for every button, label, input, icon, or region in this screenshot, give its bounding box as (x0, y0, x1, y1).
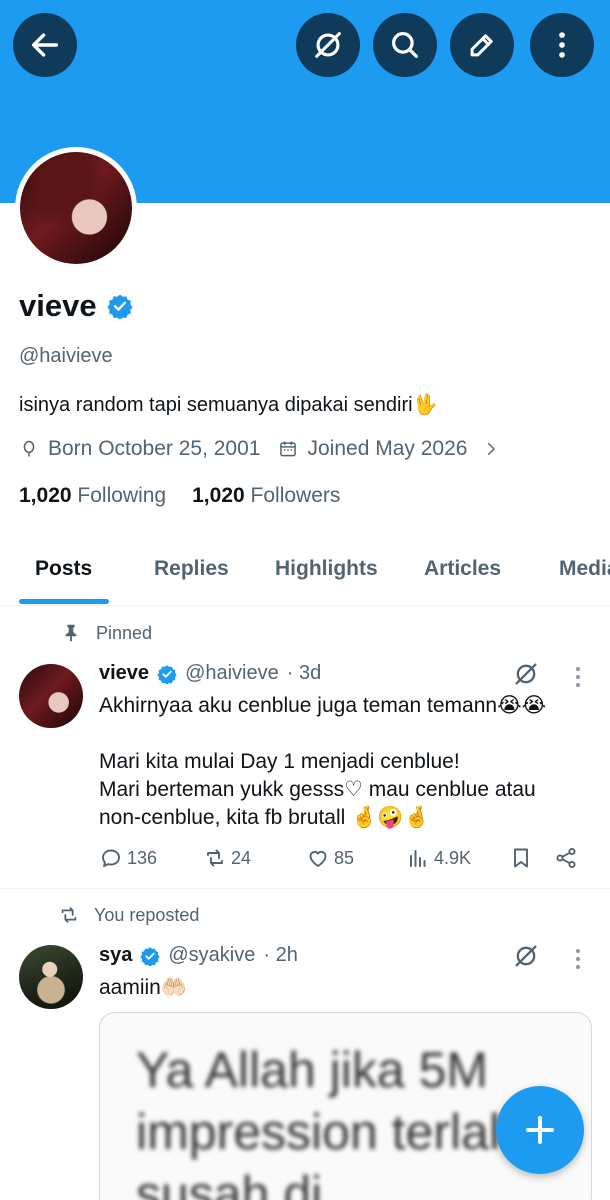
post-divider (0, 888, 610, 889)
post-text-spacer (99, 720, 546, 748)
following-link[interactable]: 1,020 Following (19, 484, 166, 508)
verified-badge-icon[interactable] (107, 293, 133, 319)
chevron-right-icon (488, 443, 496, 455)
share-icon (556, 847, 576, 869)
profile-meta: Born October 25, 2001 Joined May 2026 (19, 437, 518, 461)
repost-icon (207, 849, 223, 867)
post-time: · 3d (286, 662, 322, 684)
share-button[interactable] (554, 846, 578, 870)
post-text-line: Akhirnyaa aku cenblue juga teman temann😭… (99, 694, 547, 717)
views-chart-icon (410, 850, 426, 867)
post-author-name[interactable]: sya (99, 944, 132, 967)
birthday-item: Born October 25, 2001 (19, 437, 260, 461)
balloon-icon (23, 440, 35, 457)
post-text-line: Mari berteman yukk gesss♡ mau cenblue at… (99, 778, 536, 801)
bookmark-icon (514, 848, 528, 868)
repost-count: 24 (231, 847, 252, 868)
profile-handle: @haivieve (19, 345, 113, 367)
post-text-line: Mari kita mulai Day 1 menjadi cenblue! (99, 750, 460, 773)
pin-icon (65, 624, 77, 642)
post-avatar[interactable] (19, 664, 83, 728)
views-button[interactable]: 4.9K (406, 846, 471, 870)
following-label: Following (77, 484, 167, 507)
reposted-text: You reposted (94, 904, 200, 925)
post-text: Akhirnyaa aku cenblue juga teman temann😭… (99, 692, 546, 832)
post-text: aamiin🤲🏻 (99, 976, 188, 999)
views-count: 4.9K (434, 847, 472, 868)
edit-icon (470, 34, 493, 57)
like-button[interactable]: 85 (306, 846, 354, 870)
post-header: sya @syakive · 2h (99, 944, 298, 967)
calendar-icon (280, 441, 297, 457)
bookmark-button[interactable] (509, 846, 533, 870)
grok-button[interactable] (296, 13, 360, 77)
avatar-image (20, 152, 132, 264)
born-date: Born October 25, 2001 (48, 437, 261, 460)
reply-count: 136 (127, 847, 158, 868)
profile-bio: isinya random tapi semuanya dipakai send… (19, 394, 438, 416)
joined-date: Joined May 2026 (307, 437, 468, 460)
grok-icon[interactable] (512, 942, 540, 970)
post-text-line: non-cenblue, kita fb brutall 🤞🤪🤞 (99, 806, 430, 829)
reply-icon (102, 849, 120, 867)
post-time: · 2h (263, 944, 298, 966)
pinned-label: Pinned (60, 622, 152, 644)
grok-icon[interactable] (512, 660, 540, 688)
like-count: 85 (334, 847, 355, 868)
followers-count: 1,020 (192, 484, 245, 507)
post-more-icon[interactable] (575, 948, 581, 970)
verified-badge-icon (157, 664, 177, 684)
search-icon (392, 32, 418, 58)
search-button[interactable] (373, 13, 437, 77)
back-button[interactable] (13, 13, 77, 77)
followers-link[interactable]: 1,020 Followers (192, 484, 340, 508)
profile-avatar[interactable] (15, 147, 137, 269)
post-actions: 136 24 85 4.9K (99, 846, 584, 874)
pinned-text: Pinned (96, 622, 153, 643)
more-options-button[interactable] (530, 13, 594, 77)
followers-label: Followers (250, 484, 341, 507)
post-author-handle[interactable]: @syakive (168, 944, 255, 967)
verified-badge-icon (140, 946, 161, 966)
more-vertical-icon (559, 32, 565, 58)
post-avatar[interactable] (19, 945, 83, 1009)
repost-icon (61, 907, 77, 923)
arrow-left-icon (31, 33, 59, 57)
follow-stats: 1,020 Following 1,020 Followers (19, 484, 340, 508)
edit-profile-button[interactable] (450, 13, 514, 77)
post-more-icon[interactable] (575, 666, 581, 688)
post-author-handle[interactable]: @haivieve (185, 662, 279, 685)
joined-item[interactable]: Joined May 2026 (278, 437, 500, 461)
heart-icon (309, 850, 327, 867)
plus-icon (526, 1116, 554, 1144)
profile-name: vieve (19, 288, 97, 323)
grok-icon (315, 32, 341, 58)
profile-name-row: vieve (19, 288, 133, 324)
repost-button[interactable]: 24 (203, 846, 251, 870)
quoted-image-text: Ya Allah jika 5M impression terlalu susa… (136, 1042, 528, 1200)
post-author-name[interactable]: vieve (99, 662, 149, 685)
active-tab-indicator (19, 599, 109, 604)
reply-button[interactable]: 136 (99, 846, 157, 870)
following-count: 1,020 (19, 484, 72, 507)
reposted-label: You reposted (58, 904, 199, 926)
post-header: vieve @haivieve · 3d (99, 662, 321, 685)
compose-post-button[interactable] (496, 1086, 584, 1174)
tabs-border (0, 540, 610, 606)
